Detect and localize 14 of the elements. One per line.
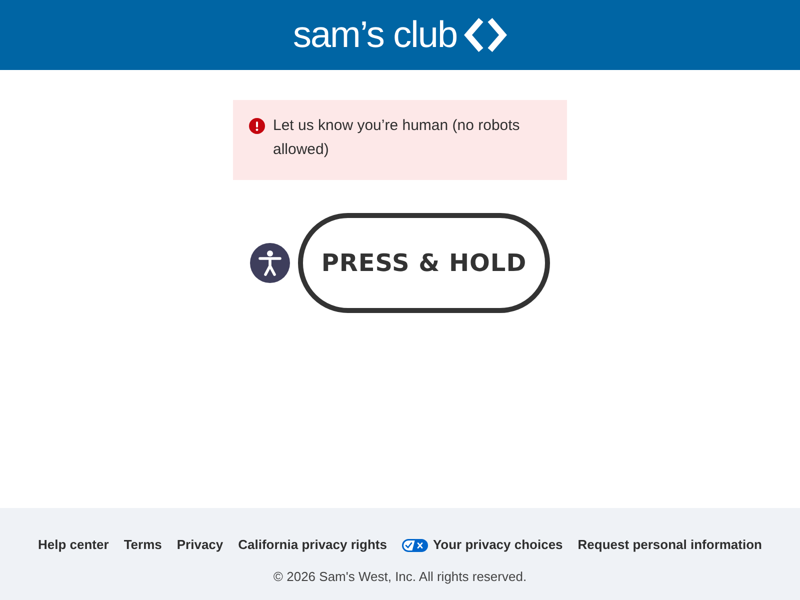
footer-link[interactable]: Privacy bbox=[176, 535, 224, 555]
logo-text: sam’s club bbox=[292, 16, 458, 54]
footer-link[interactable]: Help center bbox=[38, 535, 109, 555]
chevron-logo-icon bbox=[464, 17, 508, 53]
privacy-choices-link[interactable]: Your privacy choices bbox=[402, 535, 563, 555]
footer-link[interactable]: Request personal information bbox=[578, 535, 762, 555]
privacy-toggle-icon bbox=[402, 538, 428, 552]
error-icon bbox=[249, 118, 265, 134]
press-and-hold-button[interactable]: PRESS & HOLD bbox=[298, 213, 550, 313]
footer-link[interactable]: Terms bbox=[124, 535, 162, 555]
accessibility-icon[interactable] bbox=[250, 243, 290, 283]
alert-message: Let us know you’re human (no robots allowed) bbox=[273, 116, 521, 160]
copyright-text: © 2026 Sam's West, Inc. All rights reserved. bbox=[273, 569, 527, 585]
footer-link[interactable]: California privacy rights bbox=[238, 535, 387, 555]
